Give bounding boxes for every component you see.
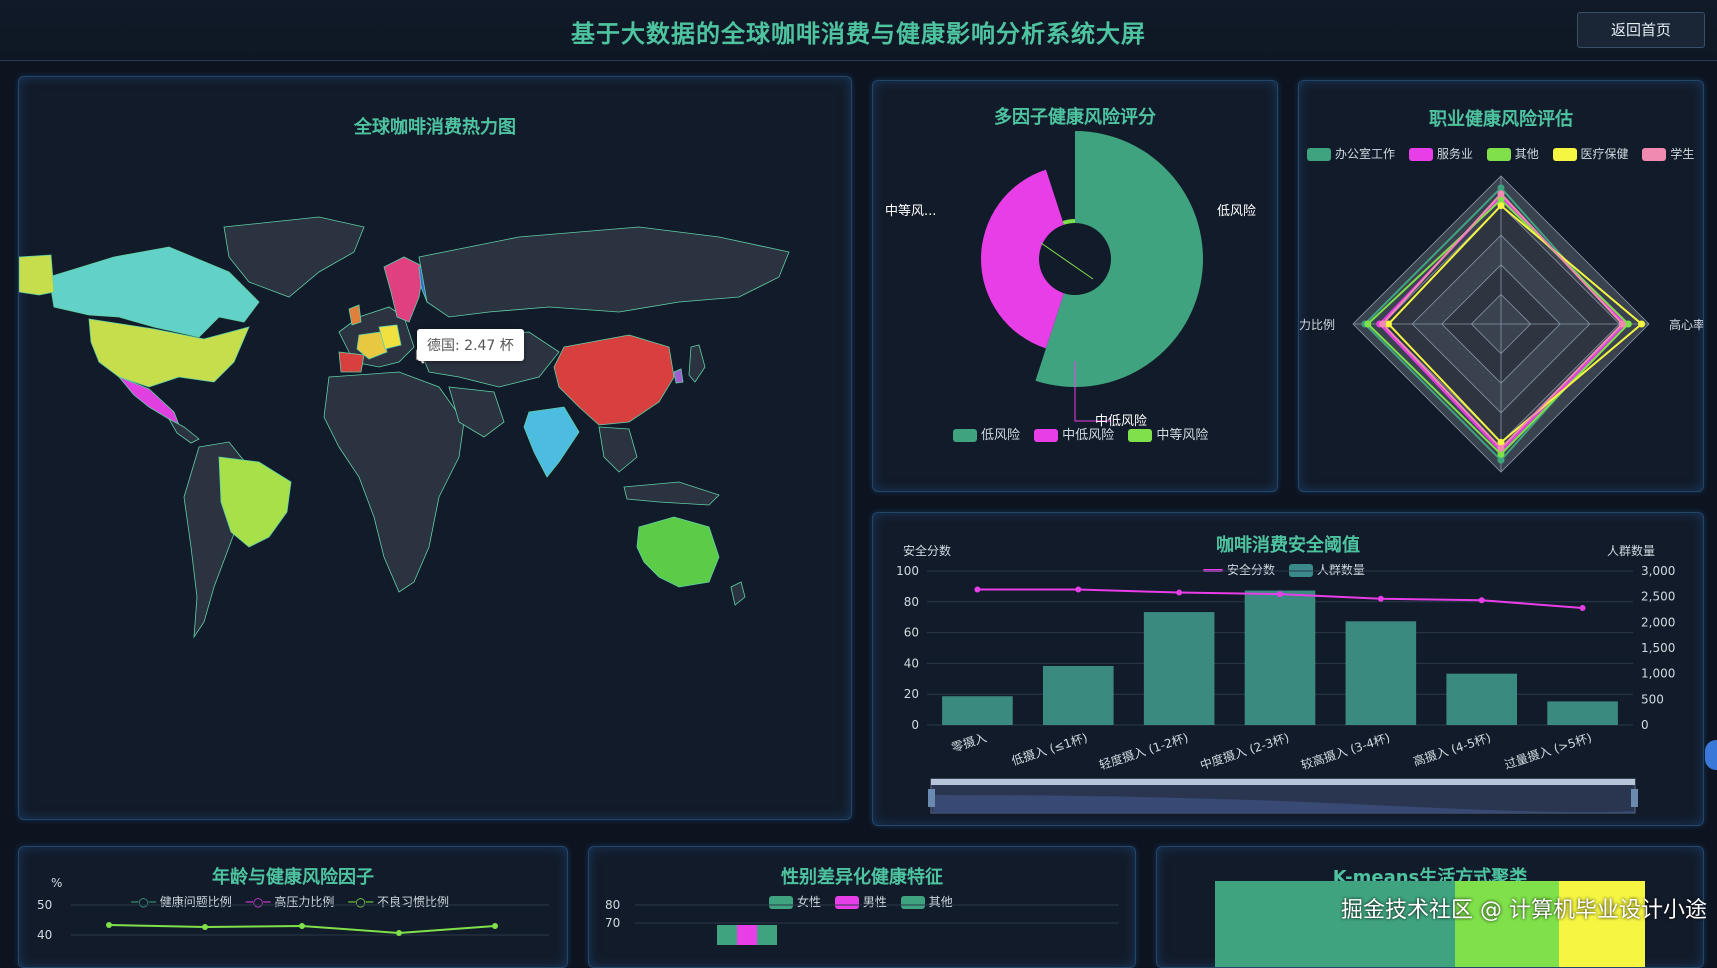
bar-5[interactable] bbox=[1446, 673, 1518, 725]
risk-panel: 多因子健康风险评分 中等风... 低风险 中低风险 低风险 中低风险 中等风险 bbox=[872, 80, 1278, 492]
canada bbox=[48, 246, 260, 338]
job-panel: 职业健康风险评估 办公室工作 服务业 其他 医疗保健 学生 力比例 高心率 bbox=[1298, 80, 1704, 492]
watermark: 掘金技术社区 @ 计算机毕业设计小途 bbox=[1341, 898, 1707, 923]
russia bbox=[418, 226, 790, 318]
category-label-2: 轻度摄入 (1-2杯) bbox=[1097, 730, 1190, 773]
datazoom-handle-bar[interactable] bbox=[931, 779, 1635, 785]
leader-line-mid bbox=[1040, 242, 1094, 280]
radar-point-4-2 bbox=[1497, 444, 1505, 452]
left-tick: 60 bbox=[904, 626, 919, 640]
score-point-6 bbox=[1579, 604, 1586, 611]
map-tooltip: 德国: 2.47 杯 bbox=[417, 329, 524, 361]
category-label-6: 过量摄入 (>5杯) bbox=[1502, 730, 1593, 772]
age-panel: 年龄与健康风险因子 ─○─ 健康问题比例 ─○─ 高压力比例 ─○─ 不良习惯比… bbox=[18, 846, 568, 968]
right-tick: 2,500 bbox=[1641, 590, 1675, 604]
age-ytick-50: 50 bbox=[37, 898, 52, 912]
left-tick: 40 bbox=[904, 656, 919, 670]
radar-point-3-1 bbox=[1638, 320, 1646, 328]
score-point-1 bbox=[1075, 586, 1082, 593]
risk-legend: 低风险 中低风险 中等风险 bbox=[953, 424, 1218, 443]
radar-point-4-3 bbox=[1379, 320, 1387, 328]
bar-0[interactable] bbox=[942, 696, 1013, 725]
job-radar-chart[interactable]: 力比例 高心率 bbox=[1299, 81, 1703, 491]
label-low: 低风险 bbox=[1217, 204, 1256, 219]
gender-ytick-70: 70 bbox=[605, 916, 620, 930]
bar-4[interactable] bbox=[1345, 621, 1417, 725]
china bbox=[553, 334, 675, 426]
score-point-4 bbox=[1377, 595, 1384, 602]
category-label-4: 较高摄入 (3-4杯) bbox=[1299, 730, 1392, 773]
rose-slice-2[interactable] bbox=[1062, 219, 1075, 225]
spain bbox=[338, 351, 365, 373]
safety-panel: 咖啡消费安全阈值 安全分数 人群数量 安全分数 人群数量 0 20 40 60 80 10… bbox=[872, 512, 1704, 826]
rose-slice-1[interactable] bbox=[980, 169, 1064, 349]
greenland bbox=[223, 216, 365, 298]
radar-point-4-0 bbox=[1497, 190, 1505, 198]
left-tick: 100 bbox=[896, 564, 919, 578]
gender-ytick-80: 80 bbox=[605, 898, 620, 912]
category-label-5: 高摄入 (4-5杯) bbox=[1411, 730, 1492, 769]
legend-item-midlow[interactable]: 中低风险 bbox=[1034, 424, 1114, 443]
safety-combo-chart[interactable]: 安全分数 人群数量 0 20 40 60 80 100 0 500 1,000 1,500 2,00… bbox=[873, 513, 1703, 825]
left-axis-title: 安全分数 bbox=[903, 543, 951, 558]
age-ytick-40: 40 bbox=[37, 928, 52, 942]
category-label-3: 中度摄入 (2-3杯) bbox=[1198, 730, 1291, 773]
right-tick: 2,000 bbox=[1641, 615, 1675, 629]
right-tick: 1,500 bbox=[1641, 641, 1675, 655]
datazoom-left-handle[interactable] bbox=[928, 789, 935, 807]
right-tick: 3,000 bbox=[1641, 564, 1675, 578]
score-point-3 bbox=[1277, 591, 1283, 598]
left-tick: 0 bbox=[911, 718, 919, 732]
india bbox=[523, 406, 580, 478]
right-tick: 500 bbox=[1641, 692, 1664, 706]
right-axis-title: 人群数量 bbox=[1607, 543, 1655, 558]
score-point-0 bbox=[974, 586, 981, 593]
left-tick: 20 bbox=[904, 687, 919, 701]
score-point-5 bbox=[1478, 597, 1485, 604]
radar-point-4-1 bbox=[1618, 320, 1626, 328]
alaska bbox=[19, 254, 55, 296]
datazoom-right-handle[interactable] bbox=[1631, 789, 1638, 807]
bar-2[interactable] bbox=[1143, 612, 1215, 725]
bar-3[interactable] bbox=[1244, 590, 1316, 725]
rose-slice-0[interactable] bbox=[1035, 131, 1203, 387]
legend-item-low[interactable]: 低风险 bbox=[953, 424, 1020, 443]
age-line-chart[interactable]: % 50 40 bbox=[19, 847, 567, 967]
radar-axis-left: 力比例 bbox=[1299, 318, 1335, 332]
page-title: 基于大数据的全球咖啡消费与健康影响分析系统大屏 bbox=[571, 20, 1146, 48]
radar-point-3-0 bbox=[1497, 202, 1505, 210]
score-point-2 bbox=[1176, 589, 1183, 596]
uk bbox=[348, 304, 362, 326]
back-home-button[interactable]: 返回首页 bbox=[1577, 12, 1705, 48]
gender-panel: 性别差异化健康特征 女性 男性 其他 80 70 bbox=[588, 846, 1136, 968]
legend-item-mid[interactable]: 中等风险 bbox=[1128, 424, 1208, 443]
bar-1[interactable] bbox=[1042, 665, 1114, 725]
map-panel: 全球咖啡消费热力图 德国: 2.47 杯 bbox=[18, 76, 852, 820]
side-float-button[interactable] bbox=[1705, 740, 1717, 770]
right-tick: 0 bbox=[1641, 718, 1649, 732]
label-mid: 中等风... bbox=[885, 203, 936, 219]
africa bbox=[323, 371, 465, 593]
radar-axis-right: 高心率 bbox=[1669, 317, 1703, 332]
radar-point-2-3 bbox=[1364, 320, 1372, 328]
age-unit: % bbox=[51, 876, 62, 890]
world-map[interactable] bbox=[19, 77, 851, 819]
category-label-1: 低摄入 (≤1杯) bbox=[1010, 730, 1090, 769]
bar-6[interactable] bbox=[1547, 701, 1618, 725]
left-tick: 80 bbox=[904, 595, 919, 609]
right-tick: 1,000 bbox=[1641, 667, 1675, 681]
gender-bar-chart[interactable]: 80 70 bbox=[589, 847, 1135, 967]
header-bar: 基于大数据的全球咖啡消费与健康影响分析系统大屏 返回首页 bbox=[0, 0, 1717, 61]
australia bbox=[636, 516, 720, 588]
category-label-0: 零摄入 bbox=[949, 730, 988, 755]
